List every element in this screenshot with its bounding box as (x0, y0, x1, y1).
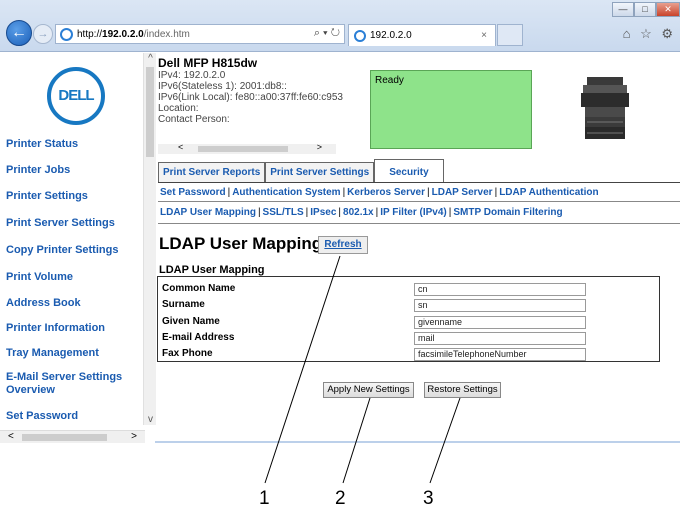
screenshot-root: — □ ✕ ← → http:// 192.0.2.0 /index.htm ⌕… (0, 0, 680, 517)
callout-line-1 (264, 255, 341, 484)
callout-line-3 (429, 397, 461, 484)
callout-number-2: 2 (335, 488, 346, 509)
callout-line-2 (342, 397, 371, 484)
callout-lines (264, 255, 461, 484)
callout-number-3: 3 (423, 488, 434, 509)
callout-number-1: 1 (259, 488, 270, 509)
